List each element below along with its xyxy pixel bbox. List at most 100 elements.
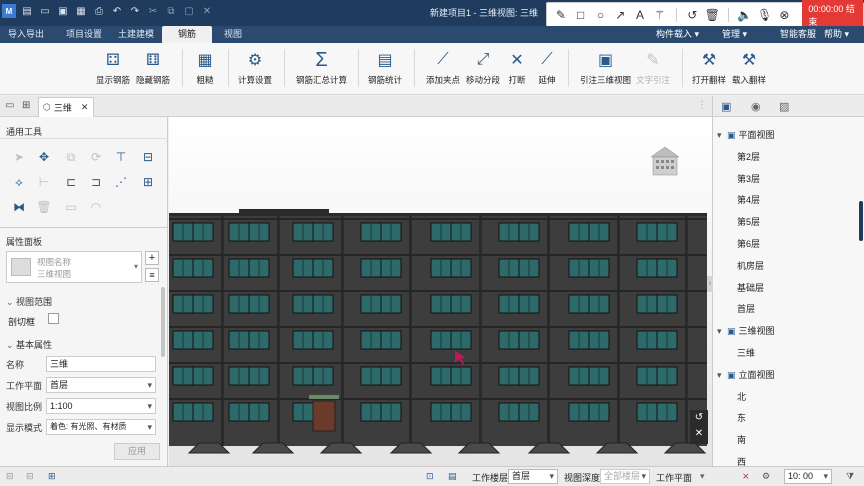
speaker-icon[interactable]: 🔈 xyxy=(737,6,753,24)
circle-icon[interactable]: ○ xyxy=(593,6,609,24)
scrollbar[interactable] xyxy=(859,201,863,241)
tab-import-export[interactable]: 导入导出 xyxy=(0,26,52,43)
tree-item[interactable]: 首层 xyxy=(737,302,755,315)
name-input[interactable]: 三维 xyxy=(46,356,156,372)
tree-item[interactable]: 北 xyxy=(737,390,746,403)
floor-icon[interactable]: ▤ xyxy=(448,471,457,482)
view-type-selector[interactable]: 视图名称 三维视图 ▾ xyxy=(6,251,142,283)
crop-box-checkbox[interactable] xyxy=(48,313,59,324)
extend-button[interactable]: ⟋ 延伸 xyxy=(536,49,558,86)
magic-wand-icon[interactable]: ⚚ xyxy=(652,6,668,24)
redo-icon[interactable]: ↷ xyxy=(128,4,142,18)
tree-item[interactable]: 南 xyxy=(737,433,746,446)
filter-icon[interactable]: ⧩ xyxy=(846,471,854,482)
copy-icon[interactable]: ⧉ xyxy=(164,4,178,18)
collapse-handle-icon[interactable]: › xyxy=(707,276,713,292)
tree-item[interactable]: 第6层 xyxy=(737,237,760,250)
settings-icon[interactable]: ⚙ xyxy=(762,471,770,482)
rectangle-icon[interactable]: □ xyxy=(573,6,589,24)
tree-group[interactable]: ▾ ▣ 立面视图 xyxy=(717,368,775,381)
view-scale-select[interactable]: 1:100 xyxy=(46,398,156,414)
tree-item[interactable]: 第5层 xyxy=(737,215,760,228)
measure-icon[interactable]: ▭ xyxy=(62,198,80,216)
smart-service-button[interactable]: 智能客服 xyxy=(770,26,816,43)
break-button[interactable]: ✕ 打断 xyxy=(506,49,528,86)
snap-icon[interactable]: ⊟ xyxy=(6,471,14,482)
dropdown-icon[interactable]: ▾ xyxy=(700,471,705,482)
join-icon[interactable]: ⊐ xyxy=(87,173,105,191)
cut-icon[interactable]: ✂ xyxy=(146,4,160,18)
tab-view[interactable]: 视图 xyxy=(216,26,250,43)
close-icon[interactable]: ⊗ xyxy=(777,6,793,24)
delete-icon[interactable]: 🗑 xyxy=(35,198,53,216)
tab-rebar[interactable]: 钢筋 xyxy=(162,26,212,43)
scrollbar[interactable] xyxy=(161,287,165,357)
view-cube-icon[interactable] xyxy=(650,146,680,176)
split-icon[interactable]: ⊢ xyxy=(35,173,53,191)
offset-icon[interactable]: ⊟ xyxy=(139,148,157,166)
save-as-icon[interactable]: ▦ xyxy=(74,4,88,18)
work-plane-select[interactable]: 首层 xyxy=(46,377,156,393)
text-annotate-button[interactable]: ✎ 文字引注 xyxy=(636,49,670,86)
help-menu[interactable]: 帮助 ▾ xyxy=(814,26,849,43)
annotate-3d-button[interactable]: ▣ 引注三维视图 xyxy=(580,49,631,86)
manage-menu[interactable]: 管理 ▾ xyxy=(712,26,747,43)
more-icon[interactable]: ⋮ xyxy=(697,100,707,111)
microphone-icon[interactable]: 🎙 xyxy=(757,6,773,24)
open-layout-button[interactable]: ⚒ 打开翻样 xyxy=(692,49,726,86)
work-floor-select[interactable]: 首层 xyxy=(508,469,558,484)
no-snap-icon[interactable]: ⨯ xyxy=(742,471,750,482)
display-mode-select[interactable]: 着色: 有光照、有材质 xyxy=(46,419,156,435)
select-icon[interactable]: ➤ xyxy=(10,148,28,166)
copy-icon[interactable]: ⧉ xyxy=(62,148,80,166)
browser-view-icon[interactable]: ▣ xyxy=(721,100,731,113)
rotate-icon[interactable]: ⟳ xyxy=(87,148,105,166)
chevron-down-icon[interactable]: ▾ xyxy=(717,130,727,141)
new-file-icon[interactable]: ▤ xyxy=(20,4,34,18)
rebar-statistics-button[interactable]: ▤ 钢筋统计 xyxy=(368,49,402,86)
show-rebar-button[interactable]: ⚃ 显示钢筋 xyxy=(96,49,130,86)
chevron-down-icon[interactable]: ▾ xyxy=(717,326,727,337)
chevron-down-icon[interactable]: ▾ xyxy=(717,370,727,381)
trim-icon[interactable]: ⟡ xyxy=(10,173,28,191)
zoom-fit-icon[interactable]: ⊡ xyxy=(426,471,434,482)
add-icon[interactable]: + xyxy=(145,251,159,265)
component-load-menu[interactable]: 构件载入 ▾ xyxy=(656,26,699,43)
open-folder-icon[interactable]: ▭ xyxy=(38,4,52,18)
time-select[interactable]: 10: 00 xyxy=(784,469,832,484)
edit-type-icon[interactable]: ≡ xyxy=(145,268,159,282)
coarse-button[interactable]: ▦ 粗糙 xyxy=(194,49,216,86)
tree-group[interactable]: ▾ ▣ 三维视图 xyxy=(717,324,775,337)
delete-icon[interactable]: ✕ xyxy=(200,4,214,18)
basic-properties-section[interactable]: ⌄ 基本属性 xyxy=(6,338,52,351)
dimension-icon[interactable]: ◠ xyxy=(87,198,105,216)
paste-icon[interactable]: ▢ xyxy=(182,4,196,18)
image-icon[interactable]: ▨ xyxy=(779,100,789,113)
arrow-icon[interactable]: ↗ xyxy=(612,6,628,24)
tree-item[interactable]: 第3层 xyxy=(737,172,760,185)
tree-group[interactable]: ▾ ▣ 平面视图 xyxy=(717,128,775,141)
reset-view-icon[interactable]: ↺ xyxy=(690,410,708,426)
grid-view-icon[interactable]: ⊞ xyxy=(22,100,30,111)
pen-icon[interactable]: ✎ xyxy=(553,6,569,24)
array-icon[interactable]: ⋰ xyxy=(112,173,130,191)
trash-icon[interactable]: 🗑 xyxy=(704,6,720,24)
3d-viewport[interactable]: ↺ ✕ xyxy=(169,117,712,466)
tree-item[interactable]: 三维 xyxy=(737,346,755,359)
align-icon[interactable]: ⊤ xyxy=(112,148,130,166)
tab-civil-modeling[interactable]: 土建建模 xyxy=(110,26,162,43)
tab-3d-view[interactable]: ⬡ 三维 ✕ xyxy=(38,97,94,117)
grid-icon[interactable]: ⊞ xyxy=(48,471,56,482)
text-icon[interactable]: A xyxy=(632,6,648,24)
view-depth-select[interactable]: 全部楼层 xyxy=(600,469,650,484)
move-segment-button[interactable]: ⤢ 移动分段 xyxy=(466,49,500,86)
load-layout-button[interactable]: ⚒ 载入翻样 xyxy=(732,49,766,86)
tree-item[interactable]: 基础层 xyxy=(737,281,764,294)
tab-project-settings[interactable]: 项目设置 xyxy=(58,26,110,43)
tree-item[interactable]: 第4层 xyxy=(737,193,760,206)
undo-icon[interactable]: ↶ xyxy=(110,4,124,18)
view-range-section[interactable]: ⌄ 视图范围 xyxy=(6,295,52,308)
hide-rebar-button[interactable]: ⚅ 隐藏钢筋 xyxy=(136,49,170,86)
tree-item[interactable]: 机房层 xyxy=(737,259,764,272)
tree-item[interactable]: 第2层 xyxy=(737,150,760,163)
